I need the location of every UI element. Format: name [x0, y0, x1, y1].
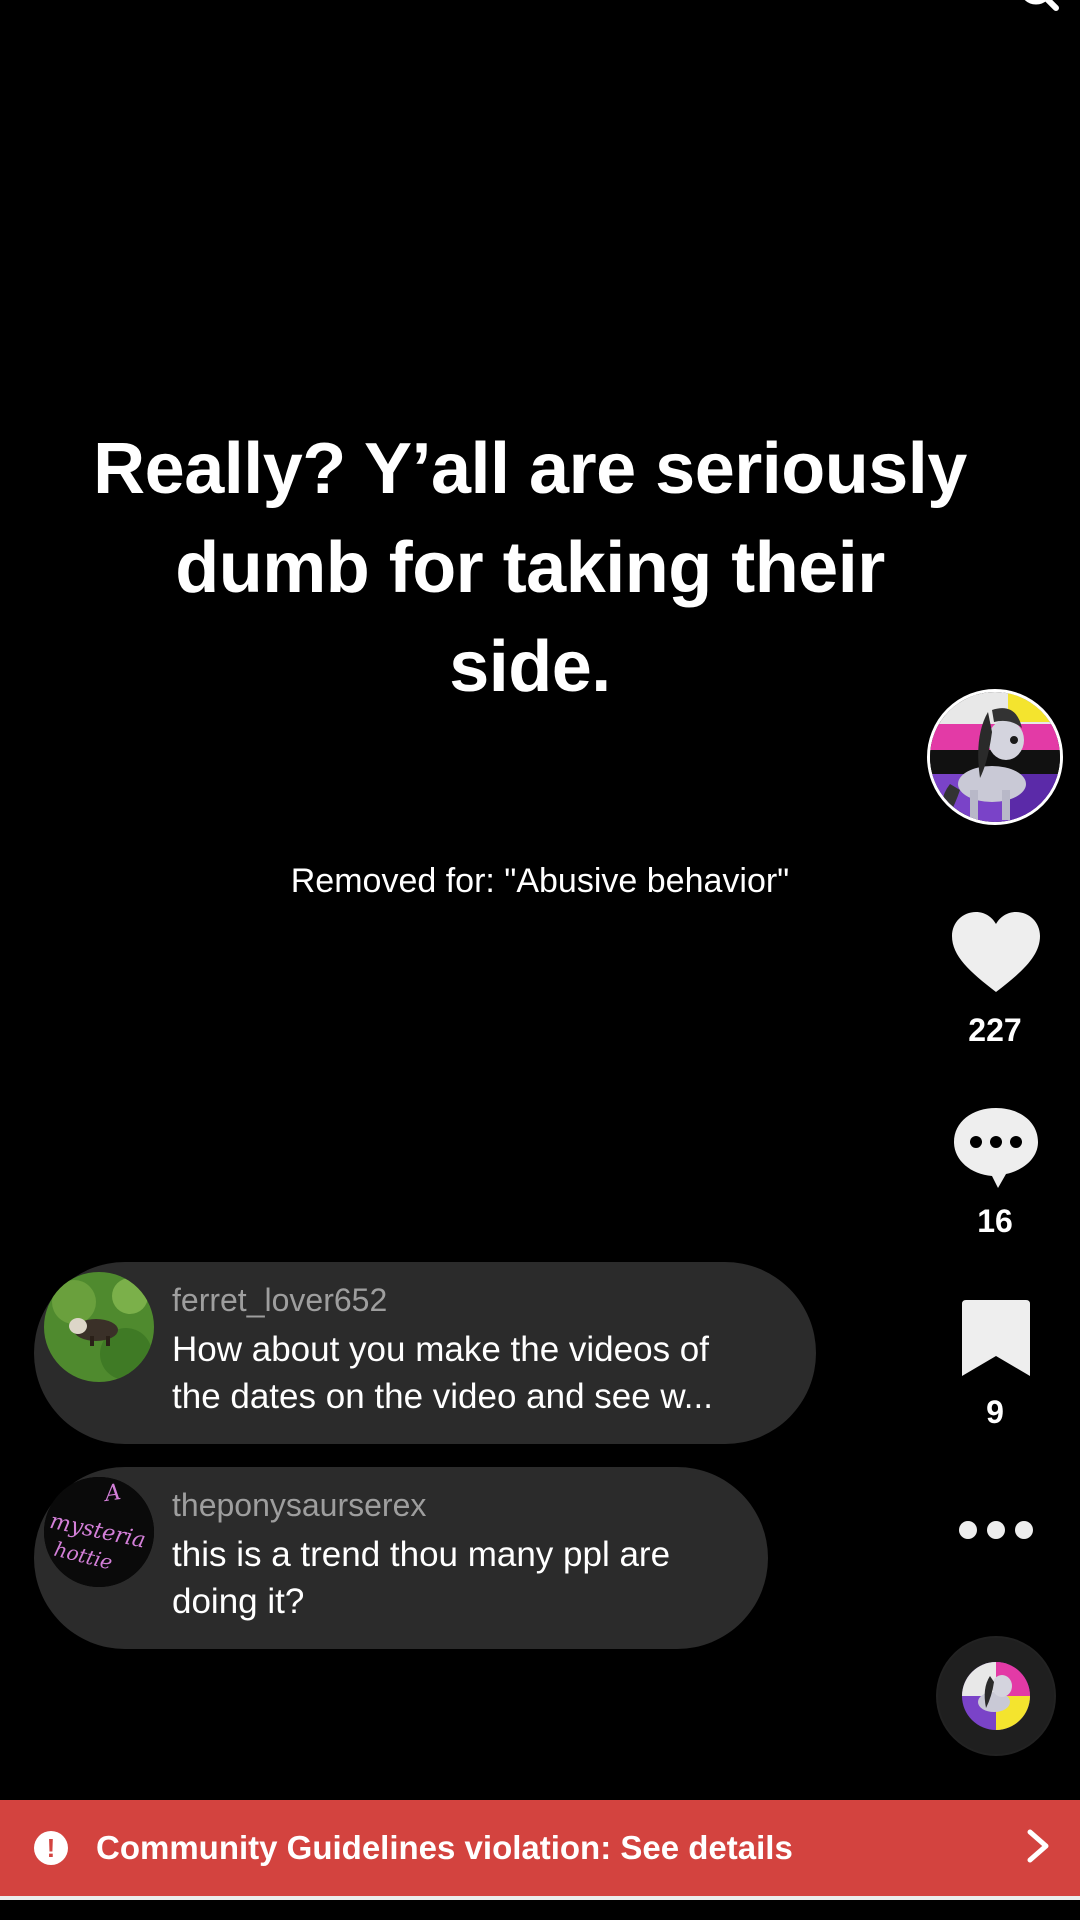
comment-text-line: this is a trend thou many ppl are [172, 1535, 671, 1574]
save-count: 9 [986, 1394, 1004, 1430]
like-button[interactable] [940, 910, 1052, 1001]
comment-button[interactable] [940, 1104, 1052, 1195]
comment-username[interactable]: theponysaurserex [172, 1487, 426, 1524]
search-icon[interactable] [1018, 0, 1062, 18]
violation-banner[interactable]: ! Community Guidelines violation: See de… [0, 1800, 1080, 1900]
comment-username[interactable]: ferret_lover652 [172, 1282, 387, 1319]
commenter-avatar[interactable] [44, 1272, 154, 1382]
warning-icon: ! [34, 1831, 68, 1865]
headline-line: Really? Y’all are seriously [93, 429, 967, 509]
video-headline: Really? Y’all are seriously dumb for tak… [70, 420, 990, 717]
headline-line: side. [449, 627, 611, 707]
save-button[interactable] [940, 1296, 1052, 1385]
removed-reason: Removed for: "Abusive behavior" [290, 862, 790, 900]
more-button[interactable] [940, 1512, 1052, 1553]
headline-line: dumb for taking their [175, 528, 885, 608]
comment-count: 16 [977, 1203, 1013, 1239]
comment-icon [950, 1108, 1042, 1194]
bookmark-icon [956, 1300, 1036, 1384]
comment-bubble[interactable]: ferret_lover652 How about you make the v… [34, 1262, 816, 1444]
comment-text: How about you make the videos of the dat… [172, 1326, 713, 1420]
comment-text-line: doing it? [172, 1582, 305, 1621]
more-icon [956, 1521, 1036, 1552]
sound-disc[interactable] [936, 1636, 1056, 1756]
creator-avatar[interactable] [927, 689, 1063, 825]
violation-text: Community Guidelines violation: See deta… [96, 1829, 793, 1866]
comment-text-line: How about you make the videos of [172, 1330, 709, 1369]
comment-text: this is a trend thou many ppl are doing … [172, 1531, 670, 1625]
heart-icon [950, 912, 1042, 1000]
comment-bubble[interactable]: A mysteria hottie theponysaurserex this … [34, 1467, 768, 1649]
commenter-avatar[interactable]: A mysteria hottie [44, 1477, 154, 1587]
chevron-right-icon [1026, 1828, 1050, 1869]
like-count: 227 [968, 1012, 1022, 1048]
comment-text-line: the dates on the video and see w... [172, 1377, 713, 1416]
